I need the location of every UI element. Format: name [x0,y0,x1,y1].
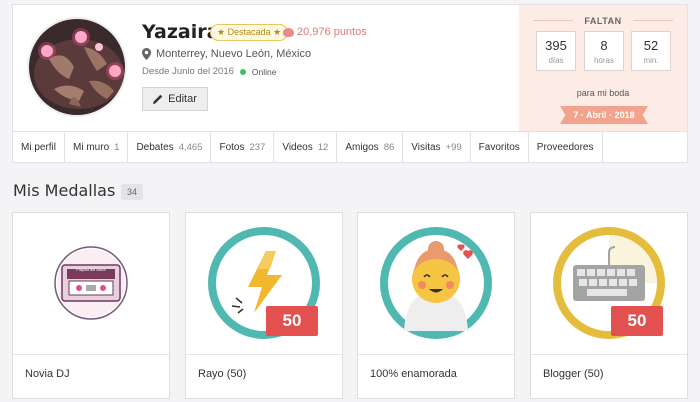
nav-item-proveedores[interactable]: Proveedores [529,132,603,163]
nav-label: Favoritos [478,142,520,153]
profile-card: Yazaira ★ Destacada ★ 20,976 puntos Mont… [12,4,688,163]
nav-label: Debates [136,142,174,153]
nav-count: 1 [114,142,120,153]
bride-medal-icon [380,227,492,339]
nav-count: 86 [383,142,395,153]
minutes-unit: min. [643,56,659,65]
edit-profile-button[interactable]: Editar [142,87,208,111]
nav-item-mi-perfil[interactable]: Mi perfil [13,132,66,163]
location-text: Monterrey, Nuevo León, México [156,48,312,60]
member-since: Desde Junio del 2016 Online [142,66,276,78]
nav-label: Videos [282,142,313,153]
lightning-medal-icon [208,227,320,339]
medal-card-novia-dj[interactable]: Playlist del Amor Novia DJ [12,212,170,399]
keyboard-medal-icon [553,227,665,339]
online-status-dot [239,69,246,75]
level-badge: 50 [266,306,318,336]
nav-label: Fotos [219,142,245,153]
medal-image: Playlist del Amor [13,213,169,355]
since-text: Desde Junio del 2016 [142,66,234,77]
nav-label: Mi perfil [21,142,57,153]
divider [633,20,673,21]
avatar[interactable] [27,17,127,117]
points: 20,976 puntos [283,24,367,40]
nav-item-videos[interactable]: Videos 12 [274,132,338,163]
days-unit: días [548,56,564,65]
cassette-text: Playlist del Amor [76,267,106,272]
nav-item-debates[interactable]: Debates 4,465 [128,132,212,163]
wedding-countdown: FALTAN 395 días 8 horas 52 min. para mi … [519,5,687,131]
medal-label: 100% enamorada [370,368,457,380]
location-pin-icon [142,48,151,60]
medal-card-rayo[interactable]: 50 Rayo (50) [185,212,343,399]
minutes-value: 52 [643,38,659,53]
featured-badge: ★ Destacada ★ [210,24,289,41]
location: Monterrey, Nuevo León, México [142,47,311,61]
nav-count: 4,465 [178,142,203,153]
hours-unit: horas [593,56,614,65]
avatar-photo [29,19,125,115]
profile-name: Yazaira [142,21,220,43]
medal-card-enamorada[interactable]: 100% enamorada [357,212,515,399]
nav-item-fotos[interactable]: Fotos 237 [211,132,275,163]
medal-image: 50 [531,213,687,355]
nav-label: Proveedores [536,142,594,153]
edit-label: Editar [168,93,197,105]
nav-count: +99 [445,142,462,153]
medal-image [358,213,514,355]
nav-label: Amigos [345,142,379,153]
nav-count: 12 [317,142,329,153]
medal-card-blogger[interactable]: 50 Blogger (50) [530,212,688,399]
countdown-title: FALTAN [584,16,622,26]
online-status: Online [251,67,277,77]
points-value: 20,976 puntos [297,26,367,38]
nav-label: Visitas [411,142,441,153]
wedding-date-ribbon: 7 · Abril · 2018 [560,106,648,124]
days-box: 395 días [536,31,576,71]
pencil-icon [153,94,163,104]
hours-value: 8 [600,38,608,53]
medal-label: Blogger (50) [543,368,604,380]
medal-image: 50 [186,213,342,355]
nav-count: 237 [249,142,266,153]
nav-label: Mi muro [73,142,110,153]
level-badge: 50 [611,306,663,336]
hours-box: 8 horas [584,31,624,71]
medal-label: Rayo (50) [198,368,247,380]
medals-count: 34 [121,184,143,200]
nav-item-amigos[interactable]: Amigos 86 [337,132,404,163]
days-value: 395 [545,38,567,53]
countdown-subtitle: para mi boda [576,88,630,98]
nav-item-mi-muro[interactable]: Mi muro 1 [65,132,129,163]
minutes-box: 52 min. [631,31,671,71]
profile-nav: Mi perfil Mi muro 1 Debates 4,465 Fotos … [13,131,687,163]
nav-item-visitas[interactable]: Visitas +99 [403,132,471,163]
brain-icon [283,27,294,37]
medal-label: Novia DJ [25,368,70,380]
nav-item-favoritos[interactable]: Favoritos [471,132,529,163]
medals-title: Mis Medallas [13,181,116,200]
cassette-medal-icon [54,246,128,320]
